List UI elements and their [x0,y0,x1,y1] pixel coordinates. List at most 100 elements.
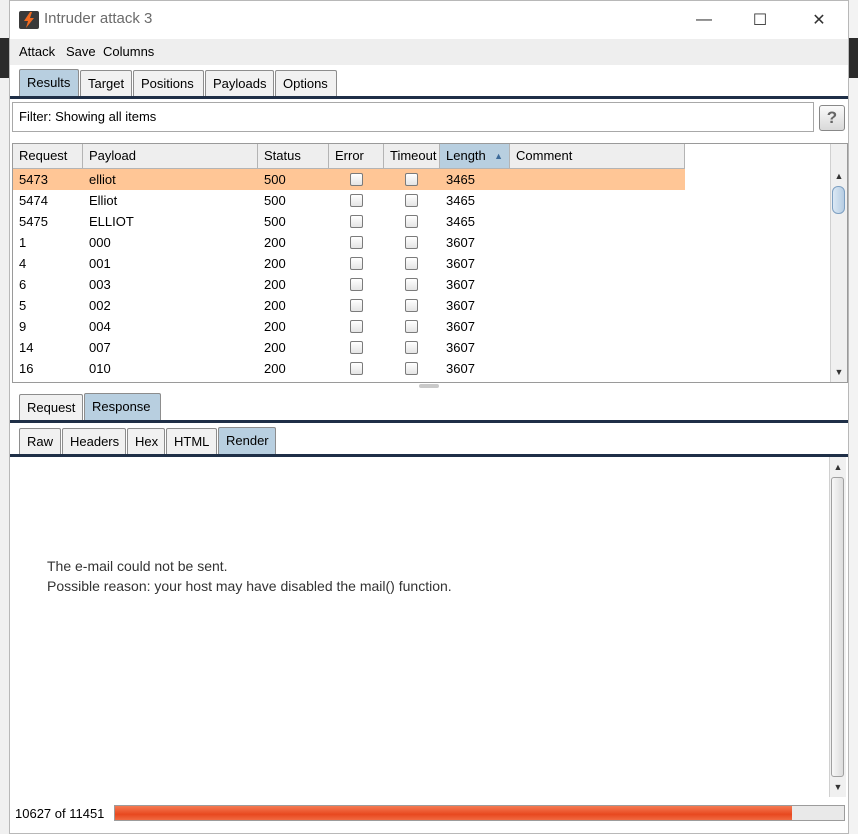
cell-comment [510,274,685,295]
cell-length: 3607 [446,256,475,271]
cell-request: 5473 [19,172,48,187]
cell-timeout-checkbox [405,194,418,207]
cell-error-checkbox [350,194,363,207]
cell-timeout-checkbox [405,320,418,333]
scroll-down-arrow-icon[interactable]: ▼ [830,779,846,795]
tab-render[interactable]: Render [218,427,276,455]
cell-request: 1 [19,235,27,250]
table-row[interactable]: 5 002 200 3607 [13,295,685,316]
table-vertical-scrollbar[interactable]: ▲ ▼ [830,144,847,382]
response-line-1: The e-mail could not be sent. [47,558,228,574]
tab-payloads[interactable]: Payloads [205,70,274,96]
response-line-2: Possible reason: your host may have disa… [47,578,452,594]
cell-comment [510,295,685,316]
cell-timeout-checkbox [405,278,418,291]
tab-options[interactable]: Options [275,70,337,96]
tab-positions[interactable]: Positions [133,70,204,96]
title-bar[interactable]: Intruder attack 3 — ☐ ✕ [10,1,848,39]
tab-request[interactable]: Request [19,394,83,420]
tab-html[interactable]: HTML [166,428,217,454]
cell-request: 14 [19,340,34,355]
cell-status: 200 [264,235,286,250]
table-row[interactable]: 5474 Elliot 500 3465 [13,190,685,211]
cell-comment [510,337,685,358]
cell-error-checkbox [350,173,363,186]
cell-timeout-checkbox [405,257,418,270]
cell-error-checkbox [350,320,363,333]
cell-comment [510,316,685,337]
table-row[interactable]: 16 010 200 3607 [13,358,685,379]
cell-error-checkbox [350,362,363,375]
cell-error-checkbox [350,236,363,249]
minimize-button[interactable]: — [684,7,724,33]
cell-payload: Elliot [89,193,118,208]
cell-request: 5474 [19,193,48,208]
tab-hex[interactable]: Hex [127,428,165,454]
column-header-timeout[interactable]: Timeout [384,144,440,168]
cell-payload: 002 [89,298,111,313]
scroll-down-arrow-icon[interactable]: ▼ [831,364,847,380]
tab-response[interactable]: Response [84,393,161,421]
cell-length: 3465 [446,172,475,187]
cell-payload: 007 [89,340,111,355]
table-row[interactable]: 1 000 200 3607 [13,232,685,253]
menu-save[interactable]: Save [66,44,96,59]
cell-comment [510,358,685,379]
cell-request: 5475 [19,214,48,229]
cell-payload: elliot [89,172,116,187]
cell-comment [510,190,685,211]
cell-payload: 001 [89,256,111,271]
cell-length: 3607 [446,319,475,334]
cell-status: 200 [264,340,286,355]
column-header-status[interactable]: Status [258,144,329,168]
table-row[interactable]: 4 001 200 3607 [13,253,685,274]
cell-timeout-checkbox [405,362,418,375]
scroll-up-arrow-icon[interactable]: ▲ [830,459,846,475]
cell-length: 3465 [446,193,475,208]
progress-bar-fill [115,806,792,820]
cell-payload: 004 [89,319,111,334]
scroll-thumb[interactable] [831,477,844,777]
pane-tab-divider [10,420,848,423]
column-header-request[interactable]: Request [13,144,83,168]
tab-results[interactable]: Results [19,69,79,97]
column-header-length[interactable]: Length ▲ [440,144,510,168]
column-header-error[interactable]: Error [329,144,384,168]
column-header-payload[interactable]: Payload [83,144,258,168]
tab-raw[interactable]: Raw [19,428,61,454]
cell-request: 9 [19,319,27,334]
cell-request: 16 [19,361,34,376]
cell-length: 3465 [446,214,475,229]
column-header-comment[interactable]: Comment [510,144,685,168]
cell-payload: 010 [89,361,111,376]
table-row[interactable]: 5475 ELLIOT 500 3465 [13,211,685,232]
table-row[interactable]: 9 004 200 3607 [13,316,685,337]
table-row[interactable]: 14 007 200 3607 [13,337,685,358]
tab-target[interactable]: Target [80,70,132,96]
tab-headers[interactable]: Headers [62,428,126,454]
render-vertical-scrollbar[interactable]: ▲ ▼ [829,457,846,797]
cell-request: 5 [19,298,27,313]
render-view: The e-mail could not be sent. Possible r… [10,457,848,797]
cell-payload: 003 [89,277,111,292]
help-button[interactable]: ? [819,105,845,131]
cell-error-checkbox [350,278,363,291]
maximize-button[interactable]: ☐ [740,7,780,33]
cell-comment [510,211,685,232]
progress-bar [114,805,845,821]
cell-timeout-checkbox [405,236,418,249]
menu-columns[interactable]: Columns [103,44,154,59]
scroll-up-arrow-icon[interactable]: ▲ [831,168,847,184]
table-row[interactable]: 5473 elliot 500 3465 [13,169,685,190]
tab-divider [10,96,848,99]
pane-splitter-handle[interactable] [419,384,439,388]
filter-bar[interactable]: Filter: Showing all items [12,102,814,132]
close-button[interactable]: ✕ [799,7,839,33]
scroll-thumb[interactable] [832,186,845,214]
cell-status: 200 [264,361,286,376]
cell-status: 200 [264,256,286,271]
menu-attack[interactable]: Attack [19,44,55,59]
cell-status: 500 [264,172,286,187]
table-row[interactable]: 6 003 200 3607 [13,274,685,295]
cell-payload: ELLIOT [89,214,134,229]
